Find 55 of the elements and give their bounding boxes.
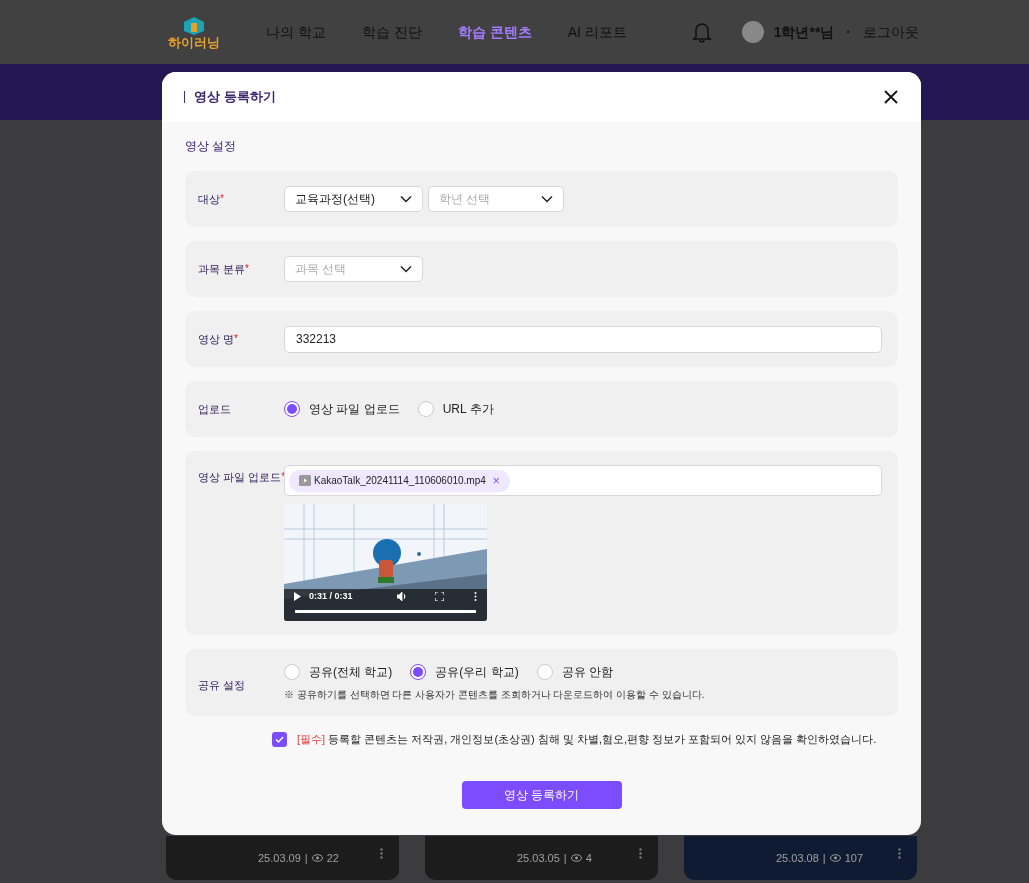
radio-label: 공유(우리 학교): [435, 664, 519, 681]
content-card[interactable]: 25.03.09 | 22: [166, 836, 399, 880]
modal-title: 영상 등록하기: [194, 88, 276, 107]
radio-label: 공유 안함: [561, 664, 613, 681]
separator-dot: ·: [846, 22, 851, 42]
divider-text: |: [563, 850, 567, 866]
select-field[interactable]: 학년 선택: [428, 186, 564, 212]
close-icon[interactable]: [883, 89, 899, 105]
volume-icon[interactable]: [397, 591, 407, 601]
chevron-down-icon: [400, 265, 412, 273]
select-field[interactable]: 교육과정(선택): [284, 186, 423, 212]
field-label: 대상*: [198, 191, 225, 207]
date-text: 25.03.08: [776, 850, 819, 866]
field-label: 공유 설정: [198, 678, 247, 693]
view-count: 4: [585, 850, 592, 866]
file-field[interactable]: KakaoTalk_20241114_110606010.mp4 ×: [284, 465, 882, 496]
avatar: [741, 21, 764, 43]
section-title: 영상 설정: [185, 138, 238, 153]
radio-label: 공유(전체 학교): [309, 664, 393, 681]
checkmark-icon: [275, 735, 284, 743]
divider-text: |: [822, 850, 826, 866]
divider-text: |: [304, 850, 308, 866]
date-text: 25.03.05: [517, 850, 560, 866]
logo[interactable]: 하이러닝: [168, 15, 220, 49]
select-field[interactable]: 과목 선택: [284, 256, 423, 282]
radio-label: URL 추가: [442, 401, 494, 418]
field-label: 과목 분류*: [198, 261, 250, 277]
remove-button[interactable]: ×: [492, 474, 500, 487]
radio-button[interactable]: [410, 664, 427, 680]
view-count: 22: [326, 850, 339, 866]
fullscreen-icon[interactable]: [435, 591, 444, 601]
content-card[interactable]: 25.03.05 | 4: [425, 836, 658, 880]
nav-link[interactable]: 학습 콘텐츠: [457, 21, 532, 43]
field-label: 업로드: [198, 401, 232, 417]
content-card[interactable]: 25.03.08 | 107: [684, 836, 917, 880]
view-count: 107: [844, 850, 864, 866]
checkbox[interactable]: [272, 731, 287, 747]
file-name: KakaoTalk_20241114_110606010.mp4: [314, 474, 486, 488]
chevron-down-icon: [400, 195, 412, 203]
play-icon[interactable]: [294, 591, 301, 601]
video-time: 0:31 / 0:31: [309, 589, 353, 603]
field-label: 영상 명*: [198, 331, 239, 347]
video-file-icon: [299, 475, 311, 486]
text-input[interactable]: 332213: [284, 325, 882, 353]
eye-icon: [829, 854, 841, 862]
radio-label: 영상 파일 업로드: [309, 401, 400, 418]
radio-button[interactable]: [284, 401, 300, 417]
note-text: ※ 공유하기를 선택하면 다른 사용자가 콘텐츠를 조회하거나 다운로드하여 이용할 수 있습니다.: [284, 688, 706, 702]
consent-text: [필수] 등록할 콘텐츠는 저작권, 개인정보(초상권) 침해 및 차별,혐오,편향 정보가 포함되어 있지 않음을 확인하였습니다.: [297, 732, 877, 747]
submit-button[interactable]: 영상 등록하기: [461, 780, 622, 809]
chevron-down-icon: [541, 195, 553, 203]
date-text: 25.03.09: [258, 850, 301, 866]
eye-icon: [570, 854, 582, 862]
eye-icon: [311, 854, 323, 862]
more-icon[interactable]: [474, 591, 477, 601]
